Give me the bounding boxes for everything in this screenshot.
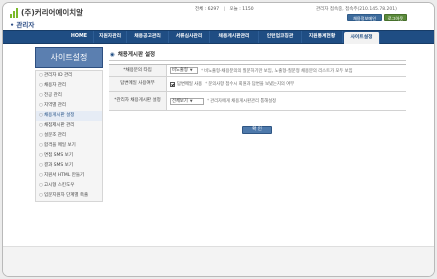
top-nav: HOME 지원자관리 채용공고관리 서류심사관리 채용게시판관리 인턴업코칭관 … bbox=[3, 30, 434, 44]
bullet-icon: ○ bbox=[39, 123, 43, 128]
sidebar-item-pass-mail[interactable]: ○합격을 메일 보기 bbox=[36, 141, 102, 151]
sidebar-item-region[interactable]: ○지역별 관리 bbox=[36, 101, 102, 111]
bullet-icon: ○ bbox=[39, 163, 43, 168]
today-visitors-value: 1150 bbox=[242, 7, 254, 12]
page-title-text: 채용게시판 설정 bbox=[117, 52, 156, 58]
sidebar-menu: ○관리자 ID 관리 ○채용자 관리 ○전공 관리 ○지역별 관리 ○채용게시판… bbox=[35, 70, 103, 202]
bullet-icon: ○ bbox=[39, 73, 43, 78]
field-help: *관리자에게 채용게시판관리 통해설정 bbox=[207, 99, 277, 104]
form-row-admin-board: * 관리자 채용게시판 설정 전체보기 ▼ *관리자에게 채용게시판관리 통해설정 bbox=[109, 92, 406, 111]
nav-item-job-posts[interactable]: 채용공고관리 bbox=[127, 31, 169, 43]
footer bbox=[3, 246, 434, 276]
board-type-select[interactable]: 비노출형 ▼ bbox=[170, 67, 198, 74]
form-row-board-type: * 채용분의 타입 비노출형 ▼ *비노출형-채용분의의 질문하기만 보임, 노출… bbox=[109, 65, 406, 77]
sidebar-item-survey[interactable]: ○설문조 관리 bbox=[36, 131, 102, 141]
sidebar-item-board-settings[interactable]: ○채용게시판 설정 bbox=[36, 111, 102, 121]
main-content: ◉ 채용게시판 설정 * 채용분의 타입 비노출형 ▼ *비노출형-채용분의의 질… bbox=[107, 47, 407, 227]
nav-item-screening[interactable]: 서류심사관리 bbox=[169, 31, 210, 43]
field-value: 비노출형 ▼ *비노출형-채용분의의 질문하기만 보임, 노출형-질문형 채용분의… bbox=[170, 65, 353, 76]
logout-button[interactable]: 로그아웃 bbox=[384, 14, 407, 21]
sidebar-item-score-board[interactable]: ○채점제시판 관리 bbox=[36, 121, 102, 131]
sidebar-item-admin-id[interactable]: ○관리자 ID 관리 bbox=[36, 71, 102, 81]
sidebar-item-interview-sms[interactable]: ○면접 SMS 보기 bbox=[36, 151, 102, 161]
page-title: ◉ 채용게시판 설정 bbox=[110, 50, 155, 58]
sidebar-title: 사이트설정 bbox=[35, 47, 103, 68]
nav-item-applicants[interactable]: 지원자관리 bbox=[94, 31, 127, 43]
field-label: * 채용분의 타입 bbox=[109, 65, 167, 76]
field-help: *문의사항 접수시 회원과 답변을 보냈는지의 여부 bbox=[205, 82, 295, 87]
bullet-icon: • bbox=[10, 21, 15, 29]
field-value: 전체보기 ▼ *관리자에게 채용게시판관리 통해설정 bbox=[170, 92, 276, 110]
total-visitors-value: 6297 bbox=[207, 7, 220, 12]
reply-mail-checkbox-label: 답변메일 사용 bbox=[177, 82, 203, 87]
user-info: 관리자 접속중, 접속주(210.145.78.201) bbox=[316, 7, 397, 12]
nav-item-home[interactable]: HOME bbox=[65, 31, 94, 43]
asterisk-icon: * bbox=[207, 99, 210, 104]
bullet-icon: ○ bbox=[39, 143, 43, 148]
bullet-icon: ○ bbox=[39, 103, 43, 108]
logo-bars-icon bbox=[10, 8, 19, 18]
admin-label-text: 관리자 bbox=[16, 21, 35, 29]
admin-board-select[interactable]: 전체보기 ▼ bbox=[170, 97, 204, 105]
chevron-down-icon: ▼ bbox=[189, 68, 193, 72]
field-value: 답변메일 사용 *문의사항 접수시 회원과 답변을 보냈는지의 여부 bbox=[170, 77, 294, 91]
logo-text: (주)커리어예이치알 bbox=[21, 8, 84, 17]
bullet-icon: ○ bbox=[39, 183, 43, 188]
settings-form: * 채용분의 타입 비노출형 ▼ *비노출형-채용분의의 질문하기만 보임, 노출… bbox=[109, 64, 406, 111]
title-divider bbox=[109, 60, 406, 61]
asterisk-icon: * bbox=[205, 82, 208, 87]
nav-item-intern[interactable]: 인턴업코칭관 bbox=[259, 31, 302, 43]
logo[interactable]: (주)커리어예이치알 bbox=[10, 6, 83, 18]
bullet-icon: ○ bbox=[39, 193, 43, 198]
visitor-stats: 전체 : 6297 | 오늘 : 1150 bbox=[195, 7, 254, 12]
bullet-icon: ○ bbox=[39, 113, 43, 118]
bullet-icon: ○ bbox=[39, 153, 43, 158]
field-label: 답변메일 사용여부 bbox=[109, 77, 167, 91]
sidebar-item-stage-extract[interactable]: ○입문지원자 단계별 축출 bbox=[36, 191, 102, 201]
browser-frame: (주)커리어예이치알 • 관리자 전체 : 6297 | 오늘 : 1150 관… bbox=[2, 2, 435, 277]
field-label: * 관리자 채용게시판 설정 bbox=[109, 92, 167, 110]
nav-item-board[interactable]: 채용게시판관리 bbox=[210, 31, 259, 43]
recruit-main-button[interactable]: 채용정보메인 bbox=[347, 14, 382, 21]
chevron-down-icon: ▼ bbox=[189, 98, 193, 103]
bullet-icon: ○ bbox=[39, 93, 43, 98]
reply-mail-checkbox[interactable] bbox=[170, 81, 175, 87]
sidebar-item-html-form[interactable]: ○지원서 HTML 만들기 bbox=[36, 171, 102, 181]
form-row-reply-mail: 답변메일 사용여부 답변메일 사용 *문의사항 접수시 회원과 답변을 보냈는지… bbox=[109, 77, 406, 92]
admin-label: • 관리자 bbox=[10, 19, 34, 29]
sidebar-item-major[interactable]: ○전공 관리 bbox=[36, 91, 102, 101]
total-visitors-label: 전체 bbox=[195, 7, 204, 12]
nav-item-site-settings[interactable]: 사이트설정 bbox=[344, 32, 380, 44]
field-help: *비노출형-채용분의의 질문하기만 보임, 노출형-질문형 채용분의 리스트가 … bbox=[201, 68, 353, 74]
bullet-icon: ○ bbox=[39, 83, 43, 88]
header: (주)커리어예이치알 • 관리자 전체 : 6297 | 오늘 : 1150 관… bbox=[3, 3, 434, 30]
confirm-button[interactable]: 확 인 bbox=[242, 126, 272, 134]
today-visitors-label: 오늘 bbox=[229, 7, 238, 12]
bullet-icon: ○ bbox=[39, 133, 43, 138]
title-bullet-icon: ◉ bbox=[110, 52, 115, 58]
sidebar-item-skin[interactable]: ○고시형 스킨도우 bbox=[36, 181, 102, 191]
sidebar-item-recruiter[interactable]: ○채용자 관리 bbox=[36, 81, 102, 91]
sidebar-item-result-sms[interactable]: ○결과 SMS 보기 bbox=[36, 161, 102, 171]
stats-separator: | bbox=[223, 7, 226, 12]
bullet-icon: ○ bbox=[39, 173, 43, 178]
sidebar: 사이트설정 ○관리자 ID 관리 ○채용자 관리 ○전공 관리 ○지역별 관리 … bbox=[35, 47, 103, 227]
asterisk-icon: * bbox=[201, 68, 204, 74]
nav-item-stats[interactable]: 지원통계현황 bbox=[302, 31, 343, 43]
